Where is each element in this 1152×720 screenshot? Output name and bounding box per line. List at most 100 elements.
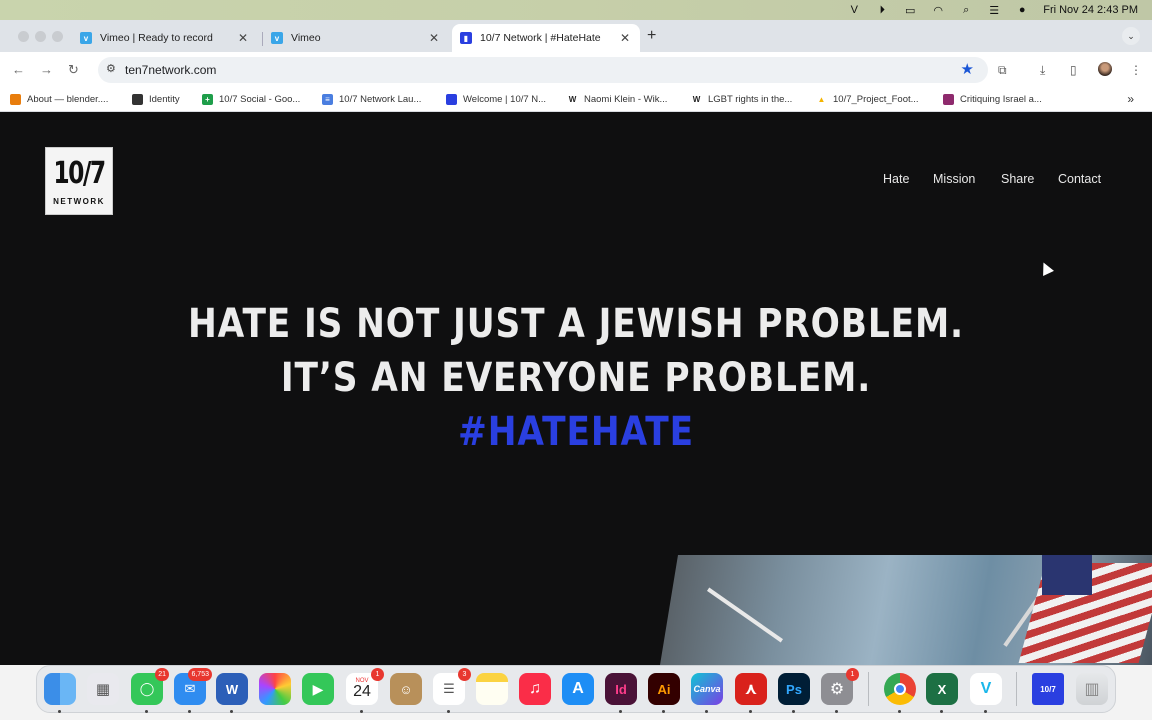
- dock-divider: [1016, 672, 1017, 706]
- url-text[interactable]: ten7network.com: [125, 63, 216, 77]
- site-settings-icon[interactable]: ⚙: [106, 62, 116, 75]
- chrome-icon[interactable]: [884, 673, 916, 713]
- finder-icon[interactable]: [44, 673, 76, 713]
- bookmark-social-sheet[interactable]: + 10/7 Social - Goo...: [202, 94, 300, 105]
- new-tab-icon[interactable]: +: [647, 27, 656, 45]
- close-tab-icon[interactable]: ✕: [620, 31, 630, 45]
- forward-icon[interactable]: →: [40, 62, 53, 77]
- docs-icon: ≡: [322, 94, 333, 105]
- excel-icon[interactable]: X: [926, 673, 958, 713]
- bookmark-critiquing-israel[interactable]: Critiquing Israel a...: [943, 94, 1042, 105]
- reload-icon[interactable]: ↻: [68, 62, 79, 78]
- tab-vimeo-ready[interactable]: v Vimeo | Ready to record ✕: [72, 24, 258, 52]
- bookmark-welcome[interactable]: Welcome | 10/7 N...: [446, 94, 546, 105]
- battery-icon[interactable]: ▭: [903, 4, 917, 17]
- bookmark-lgbt-rights[interactable]: W LGBT rights in the...: [691, 94, 793, 105]
- extensions-icon[interactable]: ⧉: [998, 63, 1007, 78]
- page-viewport: 10/7 NETWORK Hate Mission Share Contact …: [0, 117, 1152, 665]
- side-panel-icon[interactable]: ▯: [1070, 63, 1077, 77]
- vimeo-icon: v: [271, 32, 283, 44]
- facetime-icon[interactable]: ▶: [302, 673, 334, 705]
- vimeo-app-icon[interactable]: V: [970, 673, 1002, 713]
- tab-title: Vimeo: [291, 32, 321, 44]
- system-settings-icon[interactable]: ⚙ 1: [821, 668, 859, 713]
- more-bookmarks-icon[interactable]: »: [1127, 92, 1134, 106]
- wikipedia-icon: W: [692, 95, 701, 104]
- hero-line-1: HATE IS NOT JUST A JEWISH PROBLEM.: [188, 301, 964, 347]
- hero-hashtag[interactable]: #HATEHATE: [81, 409, 1072, 455]
- sheets-icon: +: [202, 94, 213, 105]
- bookmark-network-launch[interactable]: ≡ 10/7 Network Lau...: [322, 94, 421, 105]
- tab-title: Vimeo | Ready to record: [100, 32, 213, 44]
- music-icon[interactable]: ♫: [519, 673, 551, 705]
- reminders-icon[interactable]: ☰ 3: [433, 668, 471, 713]
- nav-share[interactable]: Share: [1001, 172, 1034, 186]
- launchpad-icon[interactable]: ▦: [87, 673, 119, 705]
- calendar-icon[interactable]: NOV 24 1: [346, 668, 384, 713]
- bookmark-identity[interactable]: Identity: [132, 94, 180, 105]
- illustrator-icon[interactable]: Ai: [648, 673, 680, 713]
- tab-strip: v Vimeo | Ready to record ✕ v Vimeo ✕ ▮ …: [0, 20, 1152, 52]
- bookmark-naomi-klein[interactable]: W Naomi Klein - Wik...: [567, 94, 668, 105]
- bookmark-project-footage[interactable]: ▲ 10/7_Project_Foot...: [816, 94, 919, 105]
- hero-line-2: IT’S AN EVERYONE PROBLEM.: [280, 355, 872, 401]
- tab-ten7-network[interactable]: ▮ 10/7 Network | #HateHate ✕: [452, 24, 640, 52]
- siri-icon[interactable]: ●: [1015, 4, 1029, 16]
- tab-vimeo[interactable]: v Vimeo ✕: [263, 24, 449, 52]
- nav-mission[interactable]: Mission: [933, 172, 975, 186]
- word-icon[interactable]: W: [216, 673, 248, 713]
- photoshop-icon[interactable]: Ps: [778, 673, 810, 713]
- canva-icon[interactable]: Canva: [691, 673, 723, 713]
- app-store-icon[interactable]: A: [562, 673, 594, 705]
- nav-contact[interactable]: Contact: [1058, 172, 1101, 186]
- back-icon[interactable]: ←: [12, 62, 25, 77]
- indesign-icon[interactable]: Id: [605, 673, 637, 713]
- trash-icon[interactable]: ▥: [1076, 673, 1108, 705]
- macos-menu-bar: V ⏵ ▭ ◠ ⌕ ☰ ● Fri Nov 24 2:43 PM: [0, 0, 1152, 20]
- close-tab-icon[interactable]: ✕: [238, 31, 248, 45]
- logo-number: 10/7: [53, 156, 106, 191]
- ten7-icon: [446, 94, 457, 105]
- messages-icon[interactable]: ◯ 21: [131, 668, 169, 713]
- browser-toolbar: ← → ↻ ⚙ ten7network.com ★ ⧉ ⤓ ▯ ⋮: [0, 52, 1152, 88]
- ten7-window-thumbnail[interactable]: 10/7: [1032, 673, 1064, 705]
- menubar-clock[interactable]: Fri Nov 24 2:43 PM: [1043, 4, 1138, 16]
- vimeo-icon: v: [80, 32, 92, 44]
- bookmarks-bar: About — blender.... Identity + 10/7 Soci…: [0, 88, 1152, 112]
- logo-word: NETWORK: [53, 197, 105, 206]
- photos-icon[interactable]: [259, 673, 291, 705]
- download-icon[interactable]: ⤓: [1040, 63, 1045, 78]
- mouse-cursor-icon: [1038, 260, 1054, 276]
- play-circle-icon[interactable]: ⏵: [875, 4, 889, 16]
- contacts-icon[interactable]: ☺: [390, 673, 422, 705]
- control-center-icon[interactable]: ☰: [987, 4, 1001, 17]
- identity-icon: [132, 94, 143, 105]
- wikipedia-icon: W: [568, 95, 577, 104]
- ten7-icon: ▮: [460, 32, 472, 44]
- dock-divider: [868, 672, 869, 706]
- flag-pole: [706, 587, 784, 643]
- hero-photo: [660, 555, 1152, 665]
- profile-avatar[interactable]: [1098, 62, 1112, 76]
- tab-search-icon[interactable]: ⌄: [1122, 27, 1140, 45]
- vimeo-menubar-icon[interactable]: V: [847, 4, 861, 16]
- wifi-icon[interactable]: ◠: [931, 4, 945, 17]
- bookmark-icon: [943, 94, 954, 105]
- bookmark-star-icon[interactable]: ★: [961, 60, 974, 78]
- window-close-button[interactable]: [18, 31, 29, 42]
- search-icon[interactable]: ⌕: [959, 4, 973, 16]
- mail-icon[interactable]: ✉ 6,753: [174, 668, 212, 713]
- more-menu-icon[interactable]: ⋮: [1130, 63, 1142, 77]
- drive-icon: ▲: [817, 95, 826, 104]
- nav-hate[interactable]: Hate: [883, 172, 909, 186]
- bookmark-blender[interactable]: About — blender....: [10, 94, 108, 105]
- window-minimize-button[interactable]: [35, 31, 46, 42]
- notes-icon[interactable]: [476, 673, 508, 705]
- close-tab-icon[interactable]: ✕: [429, 31, 439, 45]
- acrobat-icon[interactable]: ⋏: [735, 673, 767, 713]
- window-zoom-button[interactable]: [52, 31, 63, 42]
- address-bar[interactable]: ⚙ ten7network.com ★: [98, 57, 988, 83]
- tab-title: 10/7 Network | #HateHate: [480, 32, 601, 44]
- blender-icon: [10, 94, 21, 105]
- site-logo[interactable]: 10/7 NETWORK: [45, 147, 113, 215]
